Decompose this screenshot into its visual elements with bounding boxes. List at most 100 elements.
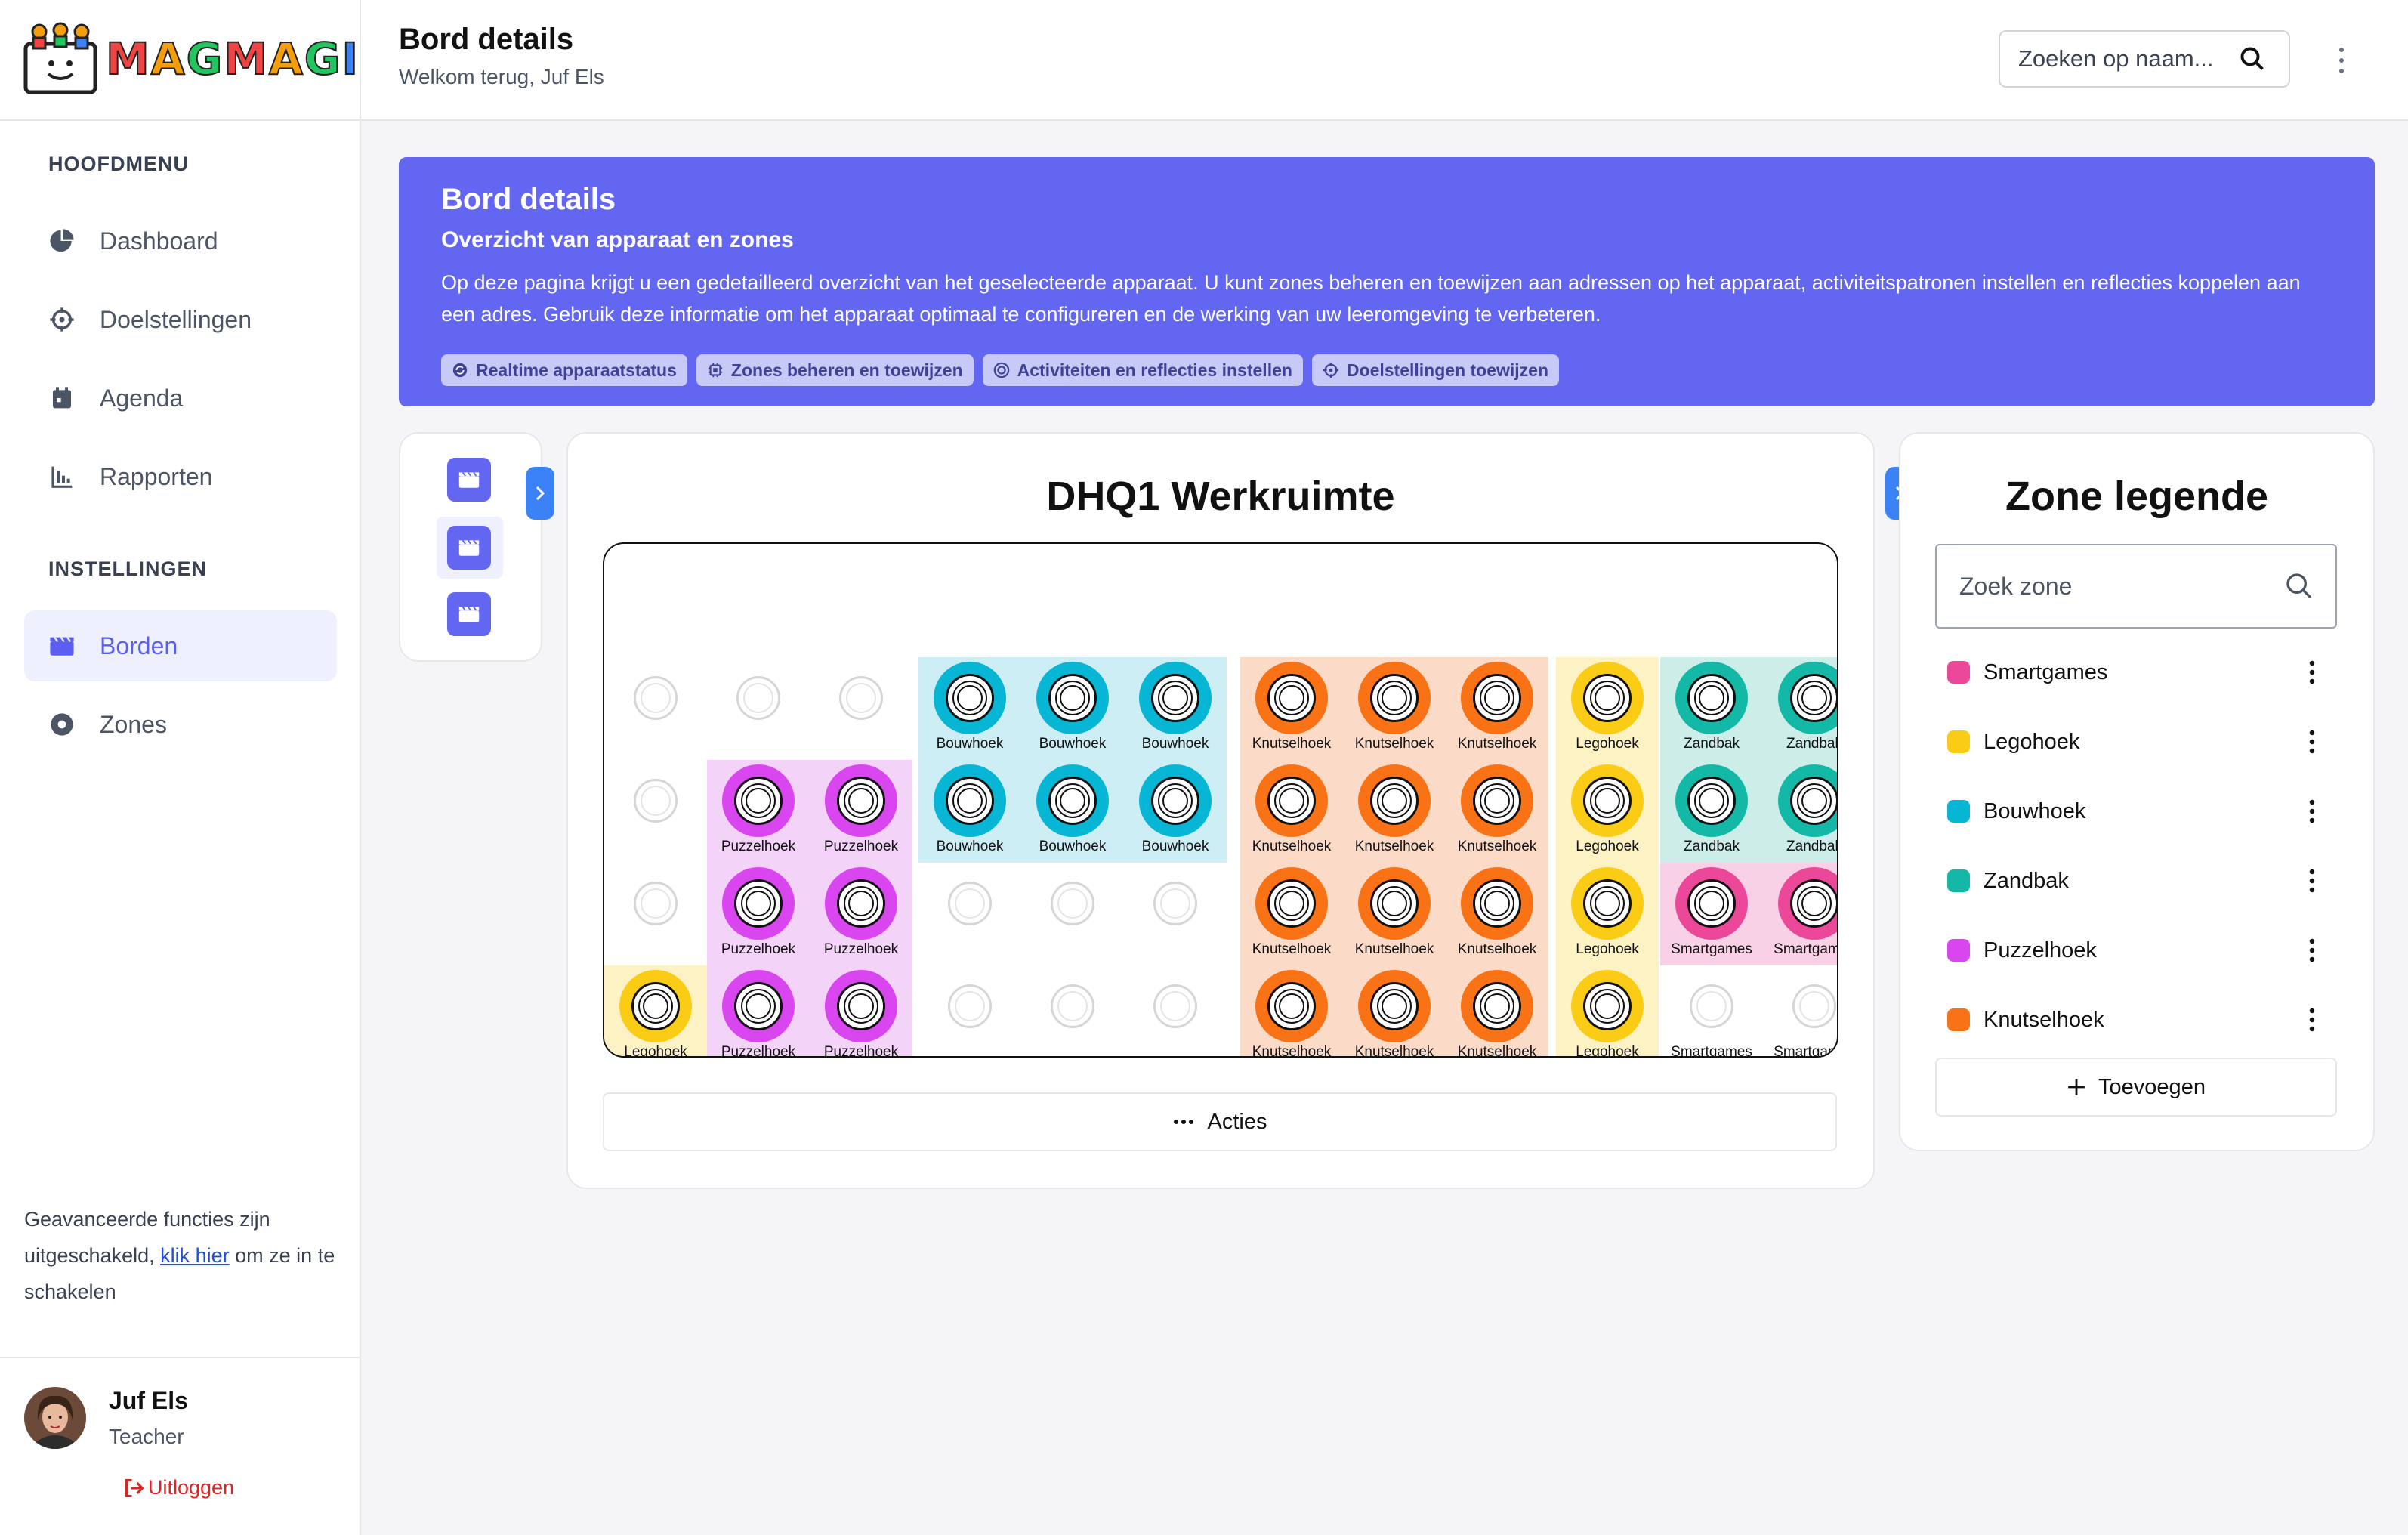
- sidebar-item-dashboard[interactable]: Dashboard: [24, 205, 337, 276]
- board-address[interactable]: Puzzelhoek: [707, 863, 810, 965]
- board-address[interactable]: [1021, 863, 1124, 965]
- avatar: [24, 1387, 86, 1449]
- board-address[interactable]: Zandbak: [1763, 657, 1837, 760]
- board-address[interactable]: Knutselhoek: [1240, 965, 1343, 1056]
- board-address[interactable]: Zandbak: [1763, 760, 1837, 863]
- board-address[interactable]: Zandbak: [1660, 760, 1763, 863]
- board-address[interactable]: [1124, 863, 1227, 965]
- address-zone-label: Smartgames: [1774, 1044, 1837, 1058]
- address-zone-label: Knutselhoek: [1252, 736, 1332, 752]
- device-selector: [399, 432, 542, 662]
- zone-color-swatch: [1947, 869, 1970, 892]
- zone-legend-item[interactable]: Smartgames: [1935, 650, 2337, 695]
- board-address[interactable]: Bouwhoek: [1124, 657, 1227, 760]
- board-address[interactable]: [918, 965, 1021, 1056]
- zone-legend-item[interactable]: Zandbak: [1935, 858, 2337, 903]
- zone-legend-item[interactable]: Legohoek: [1935, 719, 2337, 764]
- board-address[interactable]: Puzzelhoek: [707, 760, 810, 863]
- board-address[interactable]: [604, 863, 707, 965]
- feature-chips: Realtime apparaatstatus Zones beheren en…: [441, 354, 2332, 386]
- device-port-icon: [1255, 867, 1328, 940]
- board-address[interactable]: Smartgames: [1660, 965, 1763, 1056]
- more-vertical-icon[interactable]: [2308, 867, 2316, 894]
- board-address[interactable]: Knutselhoek: [1240, 657, 1343, 760]
- board-address[interactable]: Legohoek: [1556, 760, 1659, 863]
- board-address[interactable]: Knutselhoek: [1343, 760, 1446, 863]
- board-address[interactable]: Legohoek: [1556, 965, 1659, 1056]
- more-vertical-icon[interactable]: [2308, 1006, 2316, 1033]
- sidebar-item-label: Agenda: [100, 384, 184, 412]
- device-thumb-2[interactable]: [447, 526, 491, 570]
- more-vertical-icon[interactable]: [2308, 798, 2316, 825]
- page-subtitle: Welkom terug, Juf Els: [399, 65, 604, 88]
- actions-button[interactable]: Acties: [603, 1092, 1837, 1151]
- device-port-icon: [825, 764, 897, 837]
- board-address[interactable]: Puzzelhoek: [707, 965, 810, 1056]
- main-menu-title: HOOFDMENU: [48, 153, 189, 175]
- board-address[interactable]: Knutselhoek: [1446, 965, 1548, 1056]
- sidebar-item-borden[interactable]: Borden: [24, 610, 337, 681]
- board-address[interactable]: Puzzelhoek: [810, 965, 912, 1056]
- sidebar-item-doelstellingen[interactable]: Doelstellingen: [24, 284, 337, 355]
- zone-name: Legohoek: [1984, 729, 2080, 754]
- expand-devices-toggle[interactable]: [526, 467, 554, 520]
- more-vertical-icon[interactable]: [2337, 45, 2346, 76]
- board-address[interactable]: [918, 863, 1021, 965]
- zone-legend-item[interactable]: Bouwhoek: [1935, 789, 2337, 834]
- device-port-icon: [1461, 970, 1533, 1042]
- board-address[interactable]: Smartgames: [1660, 863, 1763, 965]
- info-banner: Bord details Overzicht van apparaat en z…: [399, 157, 2375, 406]
- search-input[interactable]: Zoeken op naam...: [1999, 30, 2290, 88]
- enable-advanced-link[interactable]: klik hier: [160, 1244, 230, 1267]
- zone-search-input[interactable]: Zoek zone: [1935, 544, 2337, 629]
- board-address[interactable]: Knutselhoek: [1240, 760, 1343, 863]
- sidebar-item-agenda[interactable]: Agenda: [24, 363, 337, 434]
- board-address[interactable]: Knutselhoek: [1343, 863, 1446, 965]
- board-address[interactable]: [1124, 965, 1227, 1056]
- add-zone-button[interactable]: Toevoegen: [1935, 1058, 2337, 1117]
- board-address[interactable]: Knutselhoek: [1343, 965, 1446, 1056]
- sidebar-item-zones[interactable]: Zones: [24, 689, 337, 760]
- board-address[interactable]: [604, 657, 707, 760]
- board-address[interactable]: Legohoek: [1556, 863, 1659, 965]
- more-vertical-icon[interactable]: [2308, 728, 2316, 755]
- address-zone-label: Knutselhoek: [1252, 839, 1332, 854]
- board-address[interactable]: Puzzelhoek: [810, 863, 912, 965]
- zone-legend-item[interactable]: Knutselhoek: [1935, 997, 2337, 1042]
- zone-legend-item[interactable]: Puzzelhoek: [1935, 928, 2337, 973]
- board-address[interactable]: Legohoek: [1556, 657, 1659, 760]
- address-zone-label: Puzzelhoek: [823, 1044, 899, 1058]
- board-address[interactable]: Knutselhoek: [1446, 760, 1548, 863]
- more-vertical-icon[interactable]: [2308, 937, 2316, 964]
- board-address[interactable]: Knutselhoek: [1446, 863, 1548, 965]
- device-thumb-1[interactable]: [447, 458, 491, 502]
- board-address[interactable]: [1021, 965, 1124, 1056]
- board-address[interactable]: Legohoek: [604, 965, 707, 1056]
- board-address[interactable]: [707, 657, 810, 760]
- board-address[interactable]: Puzzelhoek: [810, 760, 912, 863]
- device-thumb-3[interactable]: [447, 592, 491, 636]
- board-address[interactable]: Knutselhoek: [1240, 863, 1343, 965]
- logout-button[interactable]: Uitloggen: [124, 1476, 234, 1499]
- device-port-icon: [1571, 867, 1644, 940]
- board-address[interactable]: Zandbak: [1660, 657, 1763, 760]
- crosshair-icon: [48, 306, 76, 333]
- board-address[interactable]: Bouwhoek: [1021, 760, 1124, 863]
- address-zone-label: Knutselhoek: [1457, 1044, 1537, 1058]
- logo[interactable]: MAGMAGI: [23, 20, 359, 98]
- board-address[interactable]: [810, 657, 912, 760]
- board-address[interactable]: [604, 760, 707, 863]
- board-address[interactable]: Smartgames: [1763, 965, 1837, 1056]
- sidebar-item-rapporten[interactable]: Rapporten: [24, 441, 337, 512]
- more-vertical-icon[interactable]: [2308, 659, 2316, 686]
- board-address[interactable]: Knutselhoek: [1446, 657, 1548, 760]
- board-address[interactable]: Smartgames: [1763, 863, 1837, 965]
- address-zone-label: Knutselhoek: [1457, 941, 1537, 957]
- address-zone-label: Legohoek: [1576, 941, 1639, 957]
- board-address[interactable]: Knutselhoek: [1343, 657, 1446, 760]
- board-address[interactable]: Bouwhoek: [918, 760, 1021, 863]
- board-address[interactable]: Bouwhoek: [1124, 760, 1227, 863]
- board-address[interactable]: Bouwhoek: [918, 657, 1021, 760]
- chevron-right-icon: [533, 484, 548, 502]
- board-address[interactable]: Bouwhoek: [1021, 657, 1124, 760]
